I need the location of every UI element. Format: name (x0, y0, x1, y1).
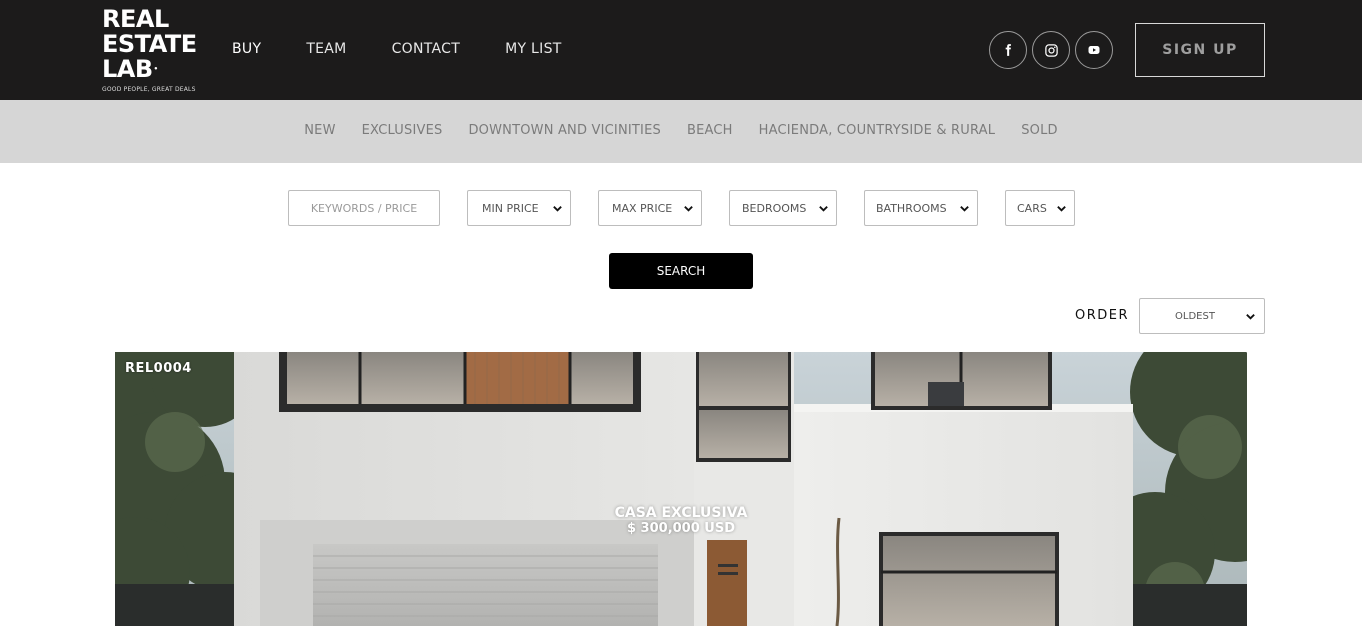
nav-item-team[interactable]: TEAM (306, 41, 346, 57)
search-button[interactable]: SEARCH (609, 253, 753, 289)
logo-line-3: LAB (102, 55, 153, 83)
keywords-input[interactable]: KEYWORDS / PRICE (288, 190, 440, 226)
listing-photo (115, 352, 1247, 626)
top-header: REAL ESTATE LAB• GOOD PEOPLE, GREAT DEAL… (0, 0, 1362, 100)
chevron-down-icon (960, 206, 969, 212)
category-exclusives[interactable]: EXCLUSIVES (362, 123, 443, 138)
chevron-down-icon (1057, 206, 1066, 212)
category-beach[interactable]: BEACH (687, 123, 733, 138)
logo-tagline: GOOD PEOPLE, GREAT DEALS (102, 86, 196, 93)
listing-title: CASA EXCLUSIVA (614, 505, 748, 521)
category-bar: NEW EXCLUSIVES DOWNTOWN AND VICINITIES B… (0, 100, 1362, 163)
logo-line-2: ESTATE (102, 30, 197, 58)
category-new[interactable]: NEW (304, 123, 335, 138)
listing-caption[interactable]: CASA EXCLUSIVA $ 300,000 USD (115, 505, 1247, 536)
bathrooms-value: BATHROOMS (876, 201, 947, 215)
facebook-icon[interactable] (989, 31, 1027, 69)
listing-card[interactable]: REL0004 CASA EXCLUSIVA $ 300,000 USD (115, 352, 1247, 626)
bedrooms-value: BEDROOMS (742, 201, 807, 215)
keywords-placeholder: KEYWORDS / PRICE (310, 201, 418, 215)
bathrooms-select[interactable]: BATHROOMS (864, 190, 978, 226)
youtube-icon[interactable] (1075, 31, 1113, 69)
order-select[interactable]: OLDEST (1139, 298, 1265, 334)
nav-item-my-list[interactable]: MY LIST (505, 41, 562, 57)
instagram-icon[interactable] (1032, 31, 1070, 69)
chevron-down-icon (819, 206, 828, 212)
logo[interactable]: REAL ESTATE LAB• GOOD PEOPLE, GREAT DEAL… (102, 7, 197, 95)
cars-value: CARS (1017, 201, 1047, 215)
nav-item-buy[interactable]: BUY (232, 41, 261, 57)
bedrooms-select[interactable]: BEDROOMS (729, 190, 837, 226)
listing-ref: REL0004 (125, 361, 192, 376)
chevron-down-icon (684, 206, 693, 212)
listing-price: $ 300,000 USD (626, 521, 736, 536)
min-price-value: MIN PRICE (482, 201, 539, 215)
logo-line-1: REAL (102, 5, 169, 33)
max-price-value: MAX PRICE (612, 201, 673, 215)
sign-up-button[interactable]: SIGN UP (1135, 23, 1265, 77)
chevron-down-icon (553, 206, 562, 212)
category-downtown[interactable]: DOWNTOWN AND VICINITIES (468, 123, 661, 138)
category-nav: NEW EXCLUSIVES DOWNTOWN AND VICINITIES B… (0, 123, 1362, 138)
category-sold[interactable]: SOLD (1021, 123, 1058, 138)
main-nav: BUY TEAM CONTACT MY LIST (232, 41, 607, 57)
cars-select[interactable]: CARS (1005, 190, 1075, 226)
max-price-select[interactable]: MAX PRICE (598, 190, 702, 226)
category-hacienda[interactable]: HACIENDA, COUNTRYSIDE & RURAL (759, 123, 996, 138)
chevron-down-icon (1246, 314, 1255, 320)
order-label: ORDER (1075, 308, 1130, 323)
min-price-select[interactable]: MIN PRICE (467, 190, 571, 226)
order-selected-value: OLDEST (1175, 310, 1215, 322)
nav-item-contact[interactable]: CONTACT (392, 41, 461, 57)
